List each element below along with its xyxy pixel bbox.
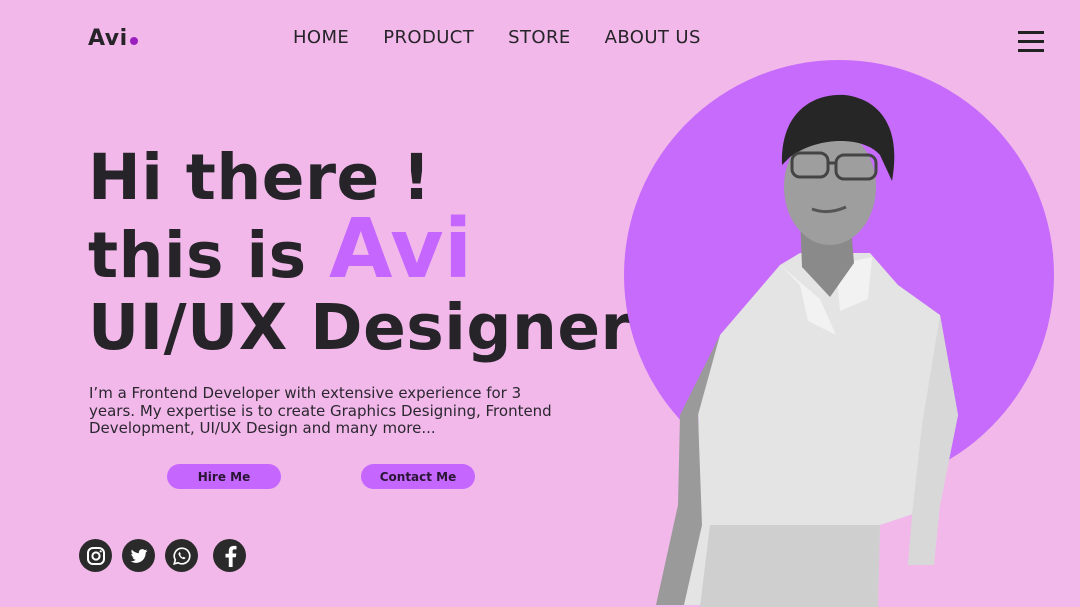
- nav-product[interactable]: PRODUCT: [383, 27, 474, 48]
- nav-home[interactable]: HOME: [293, 27, 349, 48]
- twitter-icon[interactable]: [122, 539, 155, 572]
- facebook-icon[interactable]: [213, 539, 246, 572]
- hamburger-line: [1018, 49, 1044, 52]
- site-logo[interactable]: Avi: [88, 26, 138, 51]
- logo-text: Avi: [88, 26, 128, 51]
- whatsapp-icon[interactable]: [165, 539, 198, 572]
- instagram-icon[interactable]: [79, 539, 112, 572]
- nav-store[interactable]: STORE: [508, 27, 570, 48]
- nav-about-us[interactable]: ABOUT US: [605, 27, 701, 48]
- contact-me-button[interactable]: Contact Me: [361, 464, 475, 489]
- hero-headline: Hi there ! this is Avi UI/UX Designer: [88, 142, 632, 364]
- main-nav: HOME PRODUCT STORE ABOUT US: [293, 27, 701, 48]
- headline-line-2: this is Avi: [88, 209, 632, 292]
- headline-line-3: UI/UX Designer: [88, 291, 633, 364]
- hamburger-menu-icon[interactable]: [1018, 31, 1044, 52]
- profile-photo: [656, 94, 958, 607]
- hamburger-line: [1018, 31, 1044, 34]
- hire-me-button[interactable]: Hire Me: [167, 464, 281, 489]
- hero-bio: I’m a Frontend Developer with extensive …: [89, 384, 552, 437]
- headline-name: Avi: [329, 202, 473, 297]
- hamburger-line: [1018, 40, 1044, 43]
- headline-prefix: this is: [88, 219, 330, 292]
- logo-dot: [129, 37, 138, 45]
